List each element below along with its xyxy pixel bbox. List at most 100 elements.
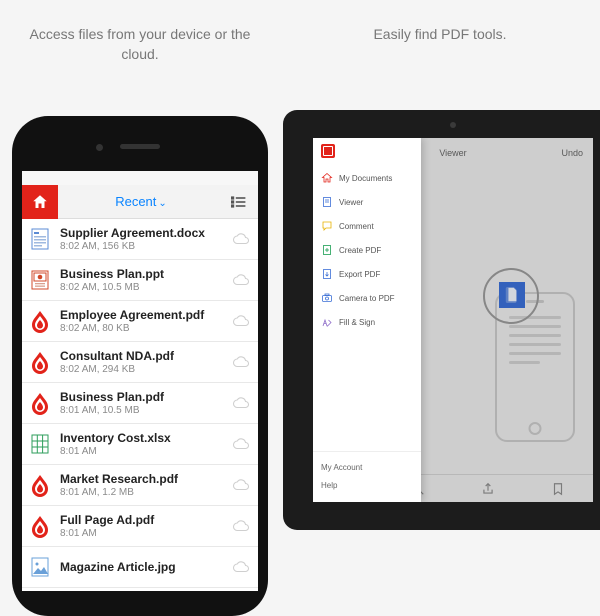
tab-recent[interactable]: Recent⌄ [58,194,224,209]
file-meta: Employee Agreement.pdf8:02 AM, 80 KB [60,308,232,334]
drawer-item[interactable]: Create PDF [313,238,421,262]
file-row[interactable]: Inventory Cost.xlsx8:01 AM [22,424,258,465]
file-type-icon [28,471,52,499]
tablet-frame: Viewer Undo d uments where n the Viewer.… [283,110,600,530]
file-meta: Market Research.pdf8:01 AM, 1.2 MB [60,472,232,498]
file-row[interactable]: Consultant NDA.pdf8:02 AM, 294 KB [22,342,258,383]
file-subtitle: 8:01 AM [60,528,232,539]
file-type-icon [28,389,52,417]
cloud-icon [232,478,250,492]
caption-right: Easily find PDF tools. [280,0,600,54]
drawer-help[interactable]: Help [321,476,421,494]
file-subtitle: 8:02 AM, 80 KB [60,323,232,334]
drawer-account[interactable]: My Account [321,458,421,476]
drawer-item[interactable]: Export PDF [313,262,421,286]
file-row[interactable]: Business Plan.ppt8:02 AM, 10.5 MB [22,260,258,301]
file-name: Consultant NDA.pdf [60,349,232,363]
drawer-item-label: Create PDF [339,246,381,255]
export-icon [321,268,333,280]
file-meta: Magazine Article.jpg [60,560,232,575]
cloud-icon [232,273,250,287]
file-type-icon [28,266,52,294]
file-meta: Consultant NDA.pdf8:02 AM, 294 KB [60,349,232,375]
file-subtitle: 8:01 AM, 10.5 MB [60,405,232,416]
sign-icon [321,316,333,328]
drawer-item[interactable]: Viewer [313,190,421,214]
file-name: Inventory Cost.xlsx [60,431,232,445]
cloud-icon [232,355,250,369]
drawer-item[interactable]: My Documents [313,166,421,190]
file-subtitle: 8:01 AM, 1.2 MB [60,487,232,498]
file-row[interactable]: Employee Agreement.pdf8:02 AM, 80 KB [22,301,258,342]
file-subtitle: 8:02 AM, 10.5 MB [60,282,232,293]
drawer-item-label: Fill & Sign [339,318,375,327]
tab-label: Recent [115,194,156,209]
home-icon [31,193,49,211]
list-grid-icon [231,196,247,208]
file-row[interactable]: Full Page Ad.pdf8:01 AM [22,506,258,547]
chevron-down-icon: ⌄ [158,198,166,209]
drawer-footer: My Account Help [313,451,421,502]
file-row[interactable]: Business Plan.pdf8:01 AM, 10.5 MB [22,383,258,424]
cloud-icon [232,314,250,328]
file-name: Market Research.pdf [60,472,232,486]
create-icon [321,244,333,256]
file-meta: Full Page Ad.pdf8:01 AM [60,513,232,539]
file-meta: Business Plan.pdf8:01 AM, 10.5 MB [60,390,232,416]
phone-screen: Recent⌄ Supplier Agreement.docx8:02 AM, … [22,171,258,591]
file-type-icon [28,348,52,376]
drawer-list: My Documents Viewer Comment Create PDF Expor… [313,164,421,451]
cloud-icon [232,519,250,533]
cloud-icon [232,437,250,451]
file-type-icon [28,307,52,335]
tablet-screen: Viewer Undo d uments where n the Viewer.… [313,138,593,502]
file-type-icon [28,225,52,253]
file-name: Business Plan.pdf [60,390,232,404]
drawer-item[interactable]: Comment [313,214,421,238]
file-row[interactable]: Supplier Agreement.docx8:02 AM, 156 KB [22,219,258,260]
phone-frame: Recent⌄ Supplier Agreement.docx8:02 AM, … [12,116,268,616]
drawer-item-label: Viewer [339,198,363,207]
home-icon [321,172,333,184]
home-button[interactable] [22,185,58,219]
drawer-item[interactable]: Camera to PDF [313,286,421,310]
file-subtitle: 8:01 AM [60,446,232,457]
file-meta: Supplier Agreement.docx8:02 AM, 156 KB [60,226,232,252]
file-type-icon [28,512,52,540]
file-list: Supplier Agreement.docx8:02 AM, 156 KB Bu… [22,219,258,588]
file-name: Business Plan.ppt [60,267,232,281]
cloud-icon [232,560,250,574]
phone-speaker [120,144,160,149]
top-bar: Recent⌄ [22,185,258,219]
file-name: Magazine Article.jpg [60,560,232,574]
file-subtitle: 8:02 AM, 294 KB [60,364,232,375]
file-type-icon [28,430,52,458]
app-logo-icon [321,144,335,158]
status-bar [22,171,258,185]
drawer-item-label: My Documents [339,174,392,183]
file-type-icon [28,553,52,581]
camera-icon [321,292,333,304]
file-row[interactable]: Market Research.pdf8:01 AM, 1.2 MB [22,465,258,506]
file-meta: Business Plan.ppt8:02 AM, 10.5 MB [60,267,232,293]
file-name: Full Page Ad.pdf [60,513,232,527]
viewer-icon [321,196,333,208]
file-name: Supplier Agreement.docx [60,226,232,240]
side-drawer: My Documents Viewer Comment Create PDF Expor… [313,138,421,502]
file-name: Employee Agreement.pdf [60,308,232,322]
drawer-item-label: Export PDF [339,270,380,279]
drawer-item[interactable]: Fill & Sign [313,310,421,334]
tablet-camera [450,122,456,128]
file-meta: Inventory Cost.xlsx8:01 AM [60,431,232,457]
cloud-icon [232,232,250,246]
comment-icon [321,220,333,232]
drawer-item-label: Camera to PDF [339,294,395,303]
file-subtitle: 8:02 AM, 156 KB [60,241,232,252]
drawer-header [313,138,421,164]
file-row[interactable]: Magazine Article.jpg [22,547,258,588]
view-mode-button[interactable] [224,187,254,217]
phone-camera [96,144,103,151]
cloud-icon [232,396,250,410]
drawer-item-label: Comment [339,222,374,231]
caption-left: Access files from your device or the clo… [0,0,280,75]
